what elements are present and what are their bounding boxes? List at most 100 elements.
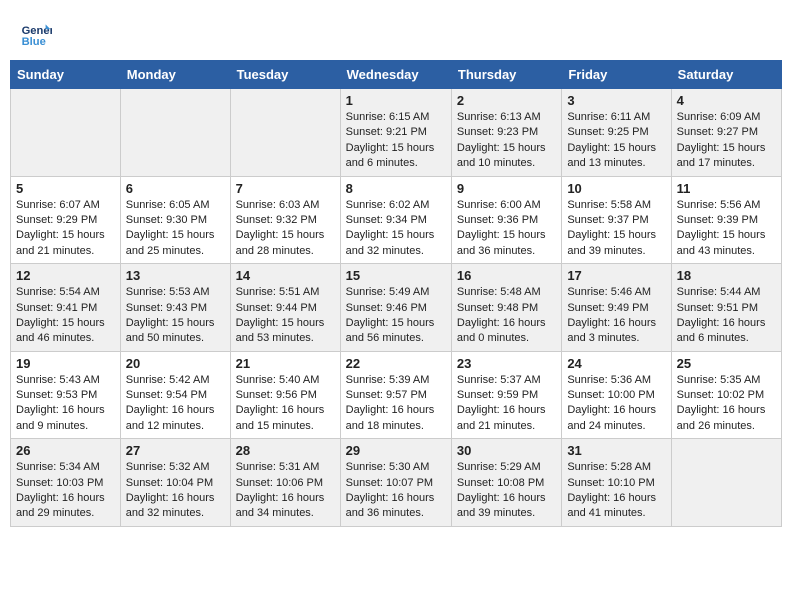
calendar-cell — [230, 89, 340, 177]
day-content: Sunrise: 5:51 AM Sunset: 9:44 PM Dayligh… — [236, 285, 335, 347]
calendar-cell: 20 Sunrise: 5:42 AM Sunset: 9:54 PM Dayli… — [120, 351, 230, 439]
day-number: 18 — [677, 268, 776, 283]
calendar-cell: 18 Sunrise: 5:44 AM Sunset: 9:51 PM Dayli… — [671, 264, 781, 352]
calendar-cell: 10 Sunrise: 5:58 AM Sunset: 9:37 PM Dayli… — [562, 176, 671, 264]
day-number: 16 — [457, 268, 556, 283]
calendar-cell: 29 Sunrise: 5:30 AM Sunset: 10:07 PM Dayl… — [340, 439, 451, 527]
day-content: Sunrise: 5:31 AM Sunset: 10:06 PM Daylig… — [236, 460, 335, 522]
calendar-cell: 8 Sunrise: 6:02 AM Sunset: 9:34 PM Daylig… — [340, 176, 451, 264]
day-content: Sunrise: 6:03 AM Sunset: 9:32 PM Dayligh… — [236, 198, 335, 260]
calendar-cell — [120, 89, 230, 177]
day-number: 26 — [16, 443, 115, 458]
calendar-cell: 15 Sunrise: 5:49 AM Sunset: 9:46 PM Dayli… — [340, 264, 451, 352]
day-number: 25 — [677, 356, 776, 371]
day-content: Sunrise: 5:43 AM Sunset: 9:53 PM Dayligh… — [16, 373, 115, 435]
day-content: Sunrise: 6:11 AM Sunset: 9:25 PM Dayligh… — [567, 110, 665, 172]
day-number: 3 — [567, 93, 665, 108]
week-row-2: 5Sunrise: 6:07 AM Sunset: 9:29 PM Daylig… — [11, 176, 782, 264]
day-content: Sunrise: 5:56 AM Sunset: 9:39 PM Dayligh… — [677, 198, 776, 260]
day-number: 21 — [236, 356, 335, 371]
col-header-sunday: Sunday — [11, 61, 121, 89]
day-number: 15 — [346, 268, 446, 283]
calendar-cell: 9 Sunrise: 6:00 AM Sunset: 9:36 PM Daylig… — [451, 176, 561, 264]
day-content: Sunrise: 6:09 AM Sunset: 9:27 PM Dayligh… — [677, 110, 776, 172]
logo-icon: General Blue — [20, 18, 52, 50]
col-header-friday: Friday — [562, 61, 671, 89]
day-content: Sunrise: 6:00 AM Sunset: 9:36 PM Dayligh… — [457, 198, 556, 260]
col-header-wednesday: Wednesday — [340, 61, 451, 89]
calendar-cell: 24Sunrise: 5:36 AM Sunset: 10:00 PM Dayl… — [562, 351, 671, 439]
calendar-cell: 25 Sunrise: 5:35 AM Sunset: 10:02 PM Dayl… — [671, 351, 781, 439]
day-number: 28 — [236, 443, 335, 458]
day-number: 10 — [567, 181, 665, 196]
day-number: 12 — [16, 268, 115, 283]
calendar-cell: 7Sunrise: 6:03 AM Sunset: 9:32 PM Daylig… — [230, 176, 340, 264]
day-content: Sunrise: 5:53 AM Sunset: 9:43 PM Dayligh… — [126, 285, 225, 347]
day-number: 30 — [457, 443, 556, 458]
calendar-cell: 5Sunrise: 6:07 AM Sunset: 9:29 PM Daylig… — [11, 176, 121, 264]
calendar-cell — [671, 439, 781, 527]
calendar-cell — [11, 89, 121, 177]
day-number: 11 — [677, 181, 776, 196]
day-content: Sunrise: 5:46 AM Sunset: 9:49 PM Dayligh… — [567, 285, 665, 347]
calendar-cell: 21 Sunrise: 5:40 AM Sunset: 9:56 PM Dayli… — [230, 351, 340, 439]
day-number: 31 — [567, 443, 665, 458]
calendar-cell: 4 Sunrise: 6:09 AM Sunset: 9:27 PM Daylig… — [671, 89, 781, 177]
week-row-5: 26 Sunrise: 5:34 AM Sunset: 10:03 PM Dayl… — [11, 439, 782, 527]
day-content: Sunrise: 5:39 AM Sunset: 9:57 PM Dayligh… — [346, 373, 446, 435]
day-content: Sunrise: 6:02 AM Sunset: 9:34 PM Dayligh… — [346, 198, 446, 260]
calendar-cell: 6 Sunrise: 6:05 AM Sunset: 9:30 PM Daylig… — [120, 176, 230, 264]
calendar-cell: 13 Sunrise: 5:53 AM Sunset: 9:43 PM Dayli… — [120, 264, 230, 352]
day-content: Sunrise: 5:28 AM Sunset: 10:10 PM Daylig… — [567, 460, 665, 522]
day-number: 9 — [457, 181, 556, 196]
day-content: Sunrise: 5:30 AM Sunset: 10:07 PM Daylig… — [346, 460, 446, 522]
calendar-cell: 31 Sunrise: 5:28 AM Sunset: 10:10 PM Dayl… — [562, 439, 671, 527]
calendar-cell: 19 Sunrise: 5:43 AM Sunset: 9:53 PM Dayli… — [11, 351, 121, 439]
day-number: 23 — [457, 356, 556, 371]
col-header-monday: Monday — [120, 61, 230, 89]
week-row-4: 19 Sunrise: 5:43 AM Sunset: 9:53 PM Dayli… — [11, 351, 782, 439]
day-number: 13 — [126, 268, 225, 283]
day-content: Sunrise: 5:42 AM Sunset: 9:54 PM Dayligh… — [126, 373, 225, 435]
col-header-tuesday: Tuesday — [230, 61, 340, 89]
day-number: 14 — [236, 268, 335, 283]
logo: General Blue — [20, 18, 56, 50]
calendar-cell: 2 Sunrise: 6:13 AM Sunset: 9:23 PM Daylig… — [451, 89, 561, 177]
calendar-cell: 1Sunrise: 6:15 AM Sunset: 9:21 PM Daylig… — [340, 89, 451, 177]
day-content: Sunrise: 6:13 AM Sunset: 9:23 PM Dayligh… — [457, 110, 556, 172]
day-number: 19 — [16, 356, 115, 371]
day-content: Sunrise: 6:15 AM Sunset: 9:21 PM Dayligh… — [346, 110, 446, 172]
day-content: Sunrise: 5:49 AM Sunset: 9:46 PM Dayligh… — [346, 285, 446, 347]
day-content: Sunrise: 6:05 AM Sunset: 9:30 PM Dayligh… — [126, 198, 225, 260]
calendar-cell: 22Sunrise: 5:39 AM Sunset: 9:57 PM Dayli… — [340, 351, 451, 439]
calendar-cell: 26 Sunrise: 5:34 AM Sunset: 10:03 PM Dayl… — [11, 439, 121, 527]
day-number: 20 — [126, 356, 225, 371]
day-number: 8 — [346, 181, 446, 196]
page-header: General Blue — [10, 10, 782, 56]
calendar-header-row: SundayMondayTuesdayWednesdayThursdayFrid… — [11, 61, 782, 89]
day-content: Sunrise: 5:40 AM Sunset: 9:56 PM Dayligh… — [236, 373, 335, 435]
calendar-table: SundayMondayTuesdayWednesdayThursdayFrid… — [10, 60, 782, 527]
col-header-thursday: Thursday — [451, 61, 561, 89]
col-header-saturday: Saturday — [671, 61, 781, 89]
calendar-cell: 16Sunrise: 5:48 AM Sunset: 9:48 PM Dayli… — [451, 264, 561, 352]
day-number: 29 — [346, 443, 446, 458]
calendar-cell: 11 Sunrise: 5:56 AM Sunset: 9:39 PM Dayli… — [671, 176, 781, 264]
day-number: 17 — [567, 268, 665, 283]
day-number: 6 — [126, 181, 225, 196]
calendar-cell: 23Sunrise: 5:37 AM Sunset: 9:59 PM Dayli… — [451, 351, 561, 439]
day-number: 2 — [457, 93, 556, 108]
day-content: Sunrise: 5:29 AM Sunset: 10:08 PM Daylig… — [457, 460, 556, 522]
calendar-cell: 12 Sunrise: 5:54 AM Sunset: 9:41 PM Dayli… — [11, 264, 121, 352]
calendar-cell: 3 Sunrise: 6:11 AM Sunset: 9:25 PM Daylig… — [562, 89, 671, 177]
day-content: Sunrise: 5:58 AM Sunset: 9:37 PM Dayligh… — [567, 198, 665, 260]
day-number: 27 — [126, 443, 225, 458]
day-content: Sunrise: 5:44 AM Sunset: 9:51 PM Dayligh… — [677, 285, 776, 347]
day-number: 4 — [677, 93, 776, 108]
day-content: Sunrise: 5:54 AM Sunset: 9:41 PM Dayligh… — [16, 285, 115, 347]
day-content: Sunrise: 5:35 AM Sunset: 10:02 PM Daylig… — [677, 373, 776, 435]
day-content: Sunrise: 5:34 AM Sunset: 10:03 PM Daylig… — [16, 460, 115, 522]
day-content: Sunrise: 5:32 AM Sunset: 10:04 PM Daylig… — [126, 460, 225, 522]
day-number: 24 — [567, 356, 665, 371]
calendar-cell: 17 Sunrise: 5:46 AM Sunset: 9:49 PM Dayli… — [562, 264, 671, 352]
